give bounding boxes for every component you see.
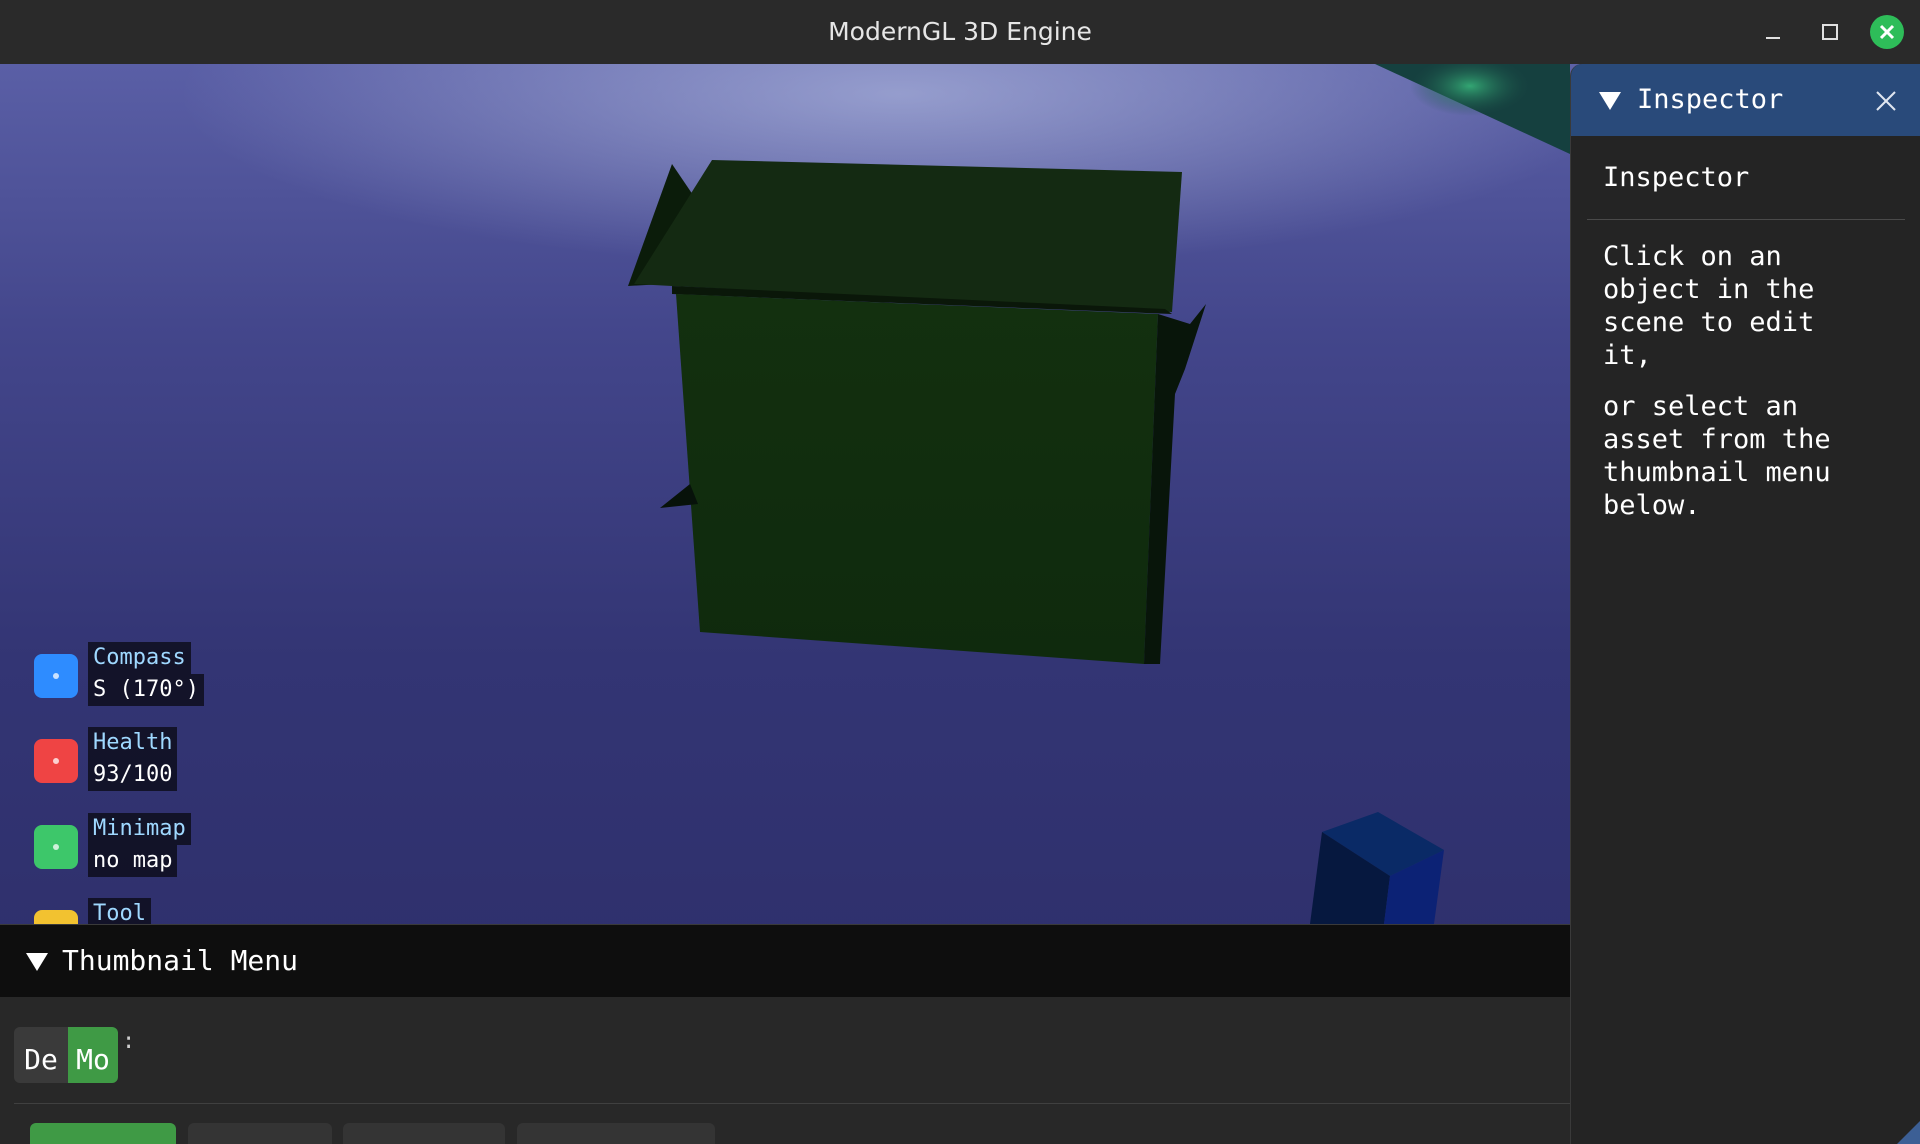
inspector-help-text-2: or select an asset from the thumbnail me… [1603,391,1831,521]
thumbnail-tab-2[interactable] [188,1123,332,1144]
title-bar: ModernGL 3D Engine [0,0,1920,65]
hud-health-label: Health [88,727,178,759]
inspector-divider [1587,219,1905,220]
inspector-title: Inspector [1637,84,1784,115]
collapse-triangle-icon[interactable] [1599,92,1621,110]
hud-compass-label: Compass [88,642,191,674]
mode-button-mo[interactable]: Mo [68,1027,118,1083]
thumbnail-menu-header[interactable]: Thumbnail Menu [0,925,1570,997]
close-icon[interactable] [1871,86,1901,116]
mode-separator: : [122,1029,136,1054]
hud-health-value: 93/100 [88,759,178,791]
minimize-icon[interactable] [1757,16,1789,48]
inspector-help-text-1: Click on an object in the scene to edit … [1603,241,1815,371]
hud-compass-value: S (170°) [88,674,204,706]
window-title: ModernGL 3D Engine [828,17,1092,46]
maximize-icon[interactable] [1814,16,1846,48]
minimap-icon [34,825,78,869]
inspector-panel: Inspector Inspector Click on an object i… [1570,64,1920,1144]
thumbnail-tab-3[interactable] [343,1123,505,1144]
resize-grip[interactable] [1897,1120,1920,1144]
thumbnail-menu-title: Thumbnail Menu [62,944,299,977]
collapse-triangle-icon[interactable] [26,953,48,971]
thumbnail-menu-panel: Thumbnail Menu De Mo : [0,924,1570,1144]
thumbnail-tab-4[interactable] [517,1123,715,1144]
inspector-subtitle: Inspector [1603,162,1750,193]
mode-button-de[interactable]: De [14,1027,68,1083]
hud-minimap-label: Minimap [88,813,191,845]
house-model[interactable] [628,160,1206,664]
blue-cube[interactable] [1310,812,1444,924]
app-window: ModernGL 3D Engine Compass S (170°) Heal… [0,0,1920,1144]
compass-icon [34,654,78,698]
thumbnail-divider [14,1103,1570,1104]
close-icon[interactable] [1870,15,1904,49]
hud-minimap-value: no map [88,845,178,877]
thumbnail-tab-1[interactable] [30,1123,176,1144]
inspector-header[interactable]: Inspector [1571,64,1920,136]
health-icon [34,739,78,783]
